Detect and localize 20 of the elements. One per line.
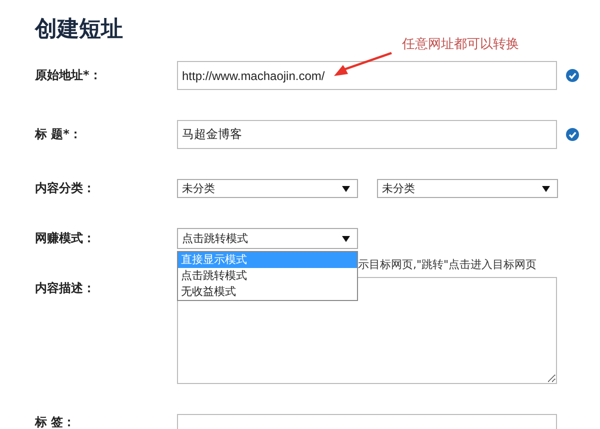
field-label: 网赚模式：: [35, 230, 96, 247]
category-select[interactable]: 未分类: [177, 179, 358, 198]
caret-icon: [542, 186, 550, 192]
dropdown-option[interactable]: 无收益模式: [178, 284, 357, 300]
page-heading: 创建短址: [35, 16, 123, 44]
arrow-icon: [332, 52, 394, 78]
field-label: 标 签：: [35, 414, 76, 429]
caret-icon: [342, 236, 350, 242]
text-field[interactable]: http://www.machaojin.com/: [177, 61, 557, 90]
field-label: 内容描述：: [35, 280, 96, 297]
annotation-text: 任意网址都可以转换: [402, 36, 519, 53]
hint-text: 示目标网页,"跳转"点击进入目标网页: [358, 258, 537, 272]
field-label: 标 题*：: [35, 126, 82, 143]
text-field[interactable]: 马超金博客: [177, 120, 557, 149]
category-select[interactable]: 未分类: [377, 179, 558, 198]
field-label: 内容分类：: [35, 180, 96, 197]
field-label: 原始地址*：: [35, 67, 102, 84]
dropdown-option[interactable]: 点击跳转模式: [178, 268, 357, 284]
mode-select[interactable]: 点击跳转模式: [177, 228, 358, 249]
caret-icon: [342, 186, 350, 192]
